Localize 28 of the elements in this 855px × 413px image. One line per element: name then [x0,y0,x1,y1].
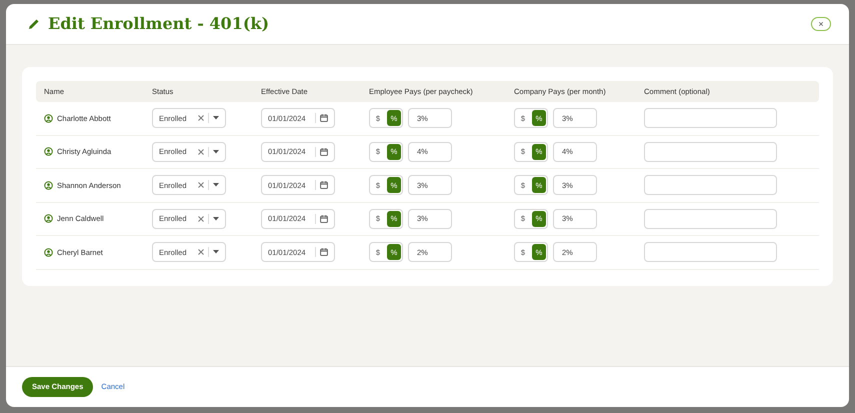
clear-icon[interactable] [198,182,204,188]
caret-icon[interactable] [213,250,219,254]
comment-field[interactable] [644,108,777,128]
calendar-icon[interactable] [320,214,328,223]
modal-title: Edit Enrollment - 401(k) [48,14,270,34]
caret-icon[interactable] [213,216,219,221]
caret-icon[interactable] [213,150,219,154]
user-icon [44,147,53,156]
calendar-icon[interactable] [320,248,328,256]
user-icon [44,248,53,257]
clear-icon[interactable] [198,115,204,122]
pencil-icon [28,18,40,30]
clear-icon[interactable] [198,216,204,222]
comment-field[interactable] [644,208,777,229]
clear-icon[interactable] [198,249,204,256]
comment-field[interactable] [644,175,777,196]
close-button[interactable]: × [811,17,831,31]
calendar-icon[interactable] [320,114,328,122]
comment-field[interactable] [644,242,777,262]
caret-icon[interactable] [213,183,219,188]
calendar-icon[interactable] [320,148,328,156]
comment-field[interactable] [644,142,777,162]
user-icon [44,214,53,224]
user-icon [44,180,53,190]
clear-icon[interactable] [198,148,204,155]
user-icon [44,114,53,123]
calendar-icon[interactable] [320,181,328,190]
caret-icon[interactable] [213,116,219,120]
